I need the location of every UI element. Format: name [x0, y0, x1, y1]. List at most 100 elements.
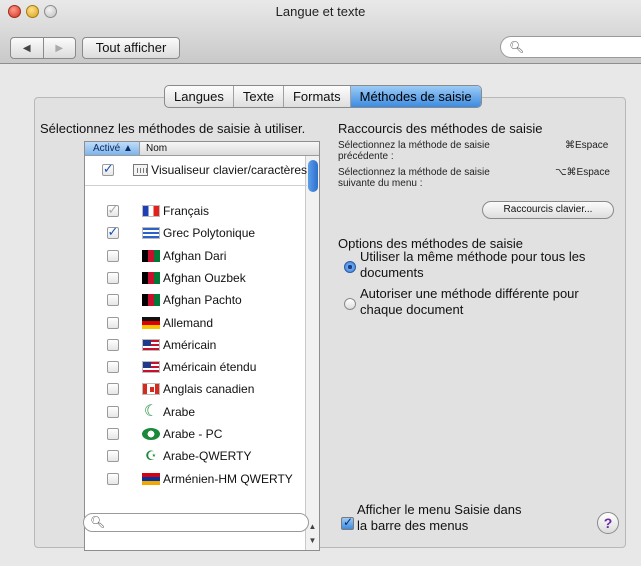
row-name: Américain — [163, 337, 217, 352]
next-method-shortcut: ⌥⌘Espace — [555, 167, 610, 178]
enable-checkbox[interactable] — [106, 428, 119, 440]
show-input-menu-label[interactable]: Afficher le menu Saisie dans la barre de… — [357, 502, 522, 534]
flag-af-icon — [142, 294, 160, 307]
flag-ar-icon: ☾ — [143, 402, 159, 420]
row-checkbox-cell — [85, 428, 140, 440]
row-name: Arabe - PC — [163, 427, 223, 441]
enable-checkbox[interactable] — [101, 161, 114, 177]
next-method-label-line1: Sélectionnez la méthode de saisie — [338, 167, 490, 178]
radio-same-method[interactable] — [344, 261, 356, 273]
tab-texte[interactable]: Texte — [234, 86, 284, 107]
prev-method-label-line2: précédente : — [338, 151, 394, 162]
flag-am-icon — [142, 472, 160, 485]
table-row[interactable]: Grec Polytonique — [85, 222, 307, 244]
row-checkbox-cell — [85, 161, 131, 177]
keyboard-viewer-icon — [132, 164, 149, 176]
table-row[interactable]: Américain — [85, 334, 307, 356]
table-row[interactable]: ☪ Arabe-QWERTY — [85, 445, 307, 467]
next-method-label-line2: suivante du menu : — [338, 178, 423, 189]
input-methods-table: Activé ▲ Nom ▲ ▼ Visualiseur clavier/car… — [84, 141, 320, 551]
enable-checkbox[interactable] — [106, 383, 119, 396]
row-name: Visualiseur clavier/caractères — [151, 163, 307, 177]
row-checkbox-cell — [85, 383, 140, 396]
table-row[interactable]: Afghan Dari — [85, 245, 307, 267]
tab-langues[interactable]: Langues — [165, 86, 234, 107]
row-checkbox-cell — [85, 294, 140, 307]
table-row[interactable]: Anglais canadien — [85, 378, 307, 400]
option-same-method-line1[interactable]: Utiliser la même méthode pour tous les — [360, 249, 585, 265]
flag-ca-icon — [142, 383, 160, 396]
tab-bar: Langues Texte Formats Méthodes de saisie — [164, 85, 482, 108]
help-button[interactable]: ? — [597, 512, 619, 534]
table-row[interactable]: Américain étendu — [85, 356, 307, 378]
row-name: Américain étendu — [163, 360, 257, 375]
flag-af-icon — [142, 249, 160, 262]
row-name: Afghan Ouzbek — [163, 270, 246, 285]
flag-us-icon — [142, 361, 160, 374]
row-name: Arabe — [163, 404, 196, 419]
option-different-method-line1[interactable]: Autoriser une méthode différente pour — [360, 286, 579, 302]
table-row[interactable]: Afghan Ouzbek — [85, 267, 307, 289]
show-input-menu-checkbox[interactable] — [341, 515, 354, 530]
row-checkbox-cell — [85, 405, 140, 418]
content-area: Langues Texte Formats Méthodes de saisie Sé… — [0, 65, 641, 566]
sort-ascending-icon: ▲ — [123, 143, 133, 154]
show-input-menu-label-line2: la barre des menus — [357, 518, 469, 533]
row-checkbox-cell — [85, 316, 140, 329]
enable-checkbox[interactable] — [106, 450, 119, 463]
column-header-active[interactable]: Activé ▲ — [85, 142, 140, 155]
flag-fr-icon — [142, 205, 160, 217]
scrollbar-thumb[interactable] — [308, 160, 318, 192]
prev-method-shortcut: ⌘Espace — [565, 140, 609, 151]
enable-checkbox[interactable] — [106, 316, 119, 329]
title-bar: Langue et texte ◀ ▶ Tout afficher 🔍︎ — [0, 0, 641, 64]
enable-checkbox[interactable] — [106, 271, 119, 284]
table-row[interactable]: ☾ Arabe — [85, 401, 307, 423]
column-header-name[interactable]: Nom — [140, 142, 319, 155]
row-checkbox-cell — [85, 472, 140, 485]
input-methods-search-field[interactable]: 🔍︎ — [83, 513, 309, 532]
table-row[interactable]: Afghan Pachto — [85, 289, 307, 311]
back-forward-control: ◀ ▶ — [10, 37, 76, 59]
enable-checkbox[interactable] — [106, 361, 119, 374]
row-name: Arabe-QWERTY — [163, 449, 252, 464]
row-checkbox-cell — [85, 224, 140, 240]
enable-checkbox[interactable] — [106, 249, 119, 262]
option-same-method-line2[interactable]: documents — [360, 265, 424, 281]
row-name: Français — [163, 204, 210, 218]
option-different-method-line2[interactable]: chaque document — [360, 302, 463, 318]
table-row[interactable]: Allemand — [85, 312, 307, 334]
flag-gr-icon — [142, 227, 160, 240]
row-name: Afghan Pachto — [163, 293, 242, 308]
forward-arrow-icon[interactable]: ▶ — [42, 38, 76, 58]
flag-ar2-icon — [142, 428, 160, 440]
show-all-button[interactable]: Tout afficher — [82, 37, 180, 59]
enable-checkbox[interactable] — [106, 472, 119, 485]
back-arrow-icon[interactable]: ◀ — [11, 38, 43, 58]
enable-checkbox[interactable] — [106, 405, 119, 418]
table-row[interactable]: Français — [85, 200, 307, 222]
tab-formats[interactable]: Formats — [284, 86, 351, 107]
enable-checkbox[interactable] — [106, 338, 119, 351]
row-checkbox-cell — [85, 202, 140, 218]
tab-m-thodes-de-saisie[interactable]: Méthodes de saisie — [350, 86, 481, 107]
toolbar-search-field[interactable]: 🔍︎ — [500, 36, 641, 58]
enable-checkbox[interactable] — [106, 224, 119, 240]
search-icon: 🔍︎ — [509, 40, 525, 54]
radio-different-method[interactable] — [344, 298, 356, 310]
input-methods-heading: Sélectionnez les méthodes de saisie à ut… — [40, 121, 306, 136]
flag-us-icon — [142, 338, 160, 351]
row-checkbox-cell — [85, 271, 140, 284]
search-icon: 🔍︎ — [90, 515, 106, 529]
table-row[interactable]: Arménien-HM QWERTY — [85, 468, 307, 490]
table-scrollbar[interactable]: ▲ ▼ — [305, 156, 319, 550]
keyboard-shortcuts-button[interactable]: Raccourcis clavier... — [482, 201, 614, 219]
table-row[interactable]: Arabe - PC — [85, 423, 307, 445]
row-name: Anglais canadien — [163, 382, 255, 397]
enable-checkbox[interactable] — [106, 294, 119, 307]
table-row[interactable]: Visualiseur clavier/caractères — [85, 159, 307, 181]
flag-af-icon — [142, 271, 160, 284]
enable-checkbox — [106, 202, 119, 218]
scroll-down-arrow-icon[interactable]: ▼ — [306, 536, 319, 548]
row-checkbox-cell — [85, 361, 140, 374]
